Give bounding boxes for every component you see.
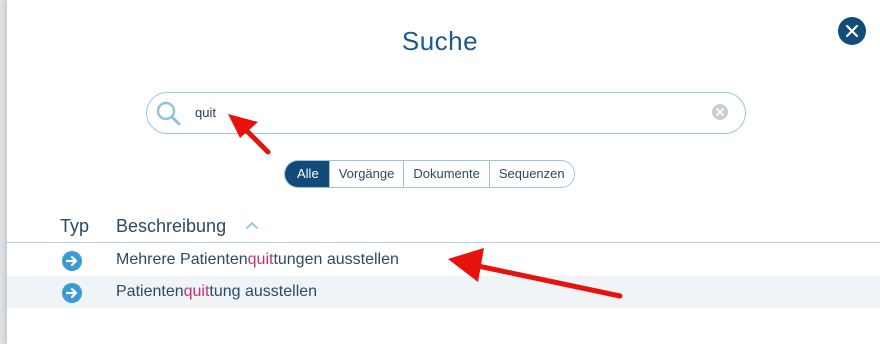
column-header-type: Typ — [60, 216, 90, 236]
arrow-right-circle-icon[interactable] — [62, 283, 82, 303]
column-header-description[interactable]: Beschreibung — [116, 216, 226, 237]
filter-all-button[interactable]: Alle — [285, 161, 329, 187]
row-text-match: quit — [247, 251, 274, 268]
modal-title: Suche — [401, 26, 479, 56]
chevron-up-icon[interactable] — [245, 220, 259, 230]
filter-dokumente-button[interactable]: Dokumente — [403, 161, 489, 187]
close-button[interactable] — [838, 17, 866, 45]
table-row[interactable]: Patientenquittung ausstellen — [7, 276, 880, 308]
search-input[interactable] — [195, 101, 695, 123]
search-box[interactable] — [146, 92, 746, 134]
search-icon — [156, 101, 181, 126]
close-icon — [845, 24, 859, 38]
table-header-divider — [7, 242, 880, 243]
row-text-post: tung ausstellen — [209, 283, 318, 300]
filter-toggle-group: Alle Vorgänge Dokumente Sequenzen — [284, 160, 575, 188]
filter-vorgaenge-button[interactable]: Vorgänge — [328, 161, 404, 187]
row-text-post: tungen ausstellen — [273, 251, 399, 268]
row-description[interactable]: Mehrere Patientenquittungen ausstellen — [116, 251, 399, 269]
arrow-right-circle-icon[interactable] — [62, 251, 82, 271]
row-text-pre: Mehrere Patienten — [116, 251, 248, 268]
row-description[interactable]: Patientenquittung ausstellen — [116, 283, 317, 301]
row-text-match: quit — [183, 283, 210, 300]
clear-icon[interactable] — [712, 104, 728, 120]
row-text-pre: Patienten — [116, 283, 184, 300]
filter-sequenzen-button[interactable]: Sequenzen — [488, 161, 574, 187]
table-row[interactable]: Mehrere Patientenquittungen ausstellen — [7, 244, 880, 276]
